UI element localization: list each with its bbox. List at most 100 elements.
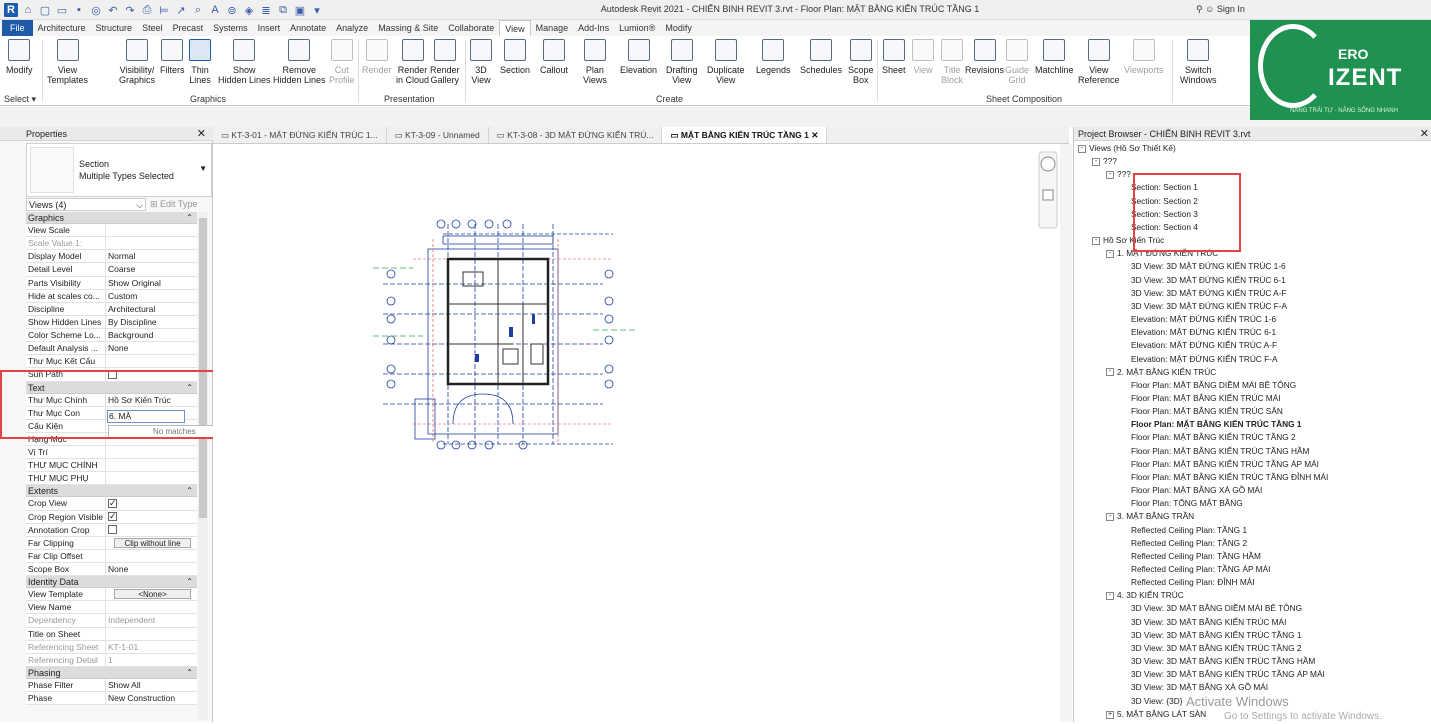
visibility-graphics-button[interactable]: Visibility/Graphics xyxy=(119,39,155,85)
close-tab-icon[interactable]: ✕ xyxy=(809,130,818,140)
remove-hidden-lines-button[interactable]: Remove Hidden Lines xyxy=(273,39,326,85)
tree-item[interactable]: 3D View: 3D MẶT ĐỨNG KIẾN TRÚC 1-6 xyxy=(1078,260,1418,273)
expand-toggle-icon[interactable]: - xyxy=(1106,592,1114,601)
type-selector[interactable]: Section Multiple Types Selected ▼ xyxy=(26,143,212,197)
tree-item[interactable]: Floor Plan: MẶT BẰNG DIỀM MÁI BÊ TÔNG xyxy=(1078,379,1418,392)
tree-item[interactable]: 3D View: 3D MẶT BẰNG KIẾN TRÚC TẦNG 2 xyxy=(1078,642,1418,655)
render-gallery-button[interactable]: Render Gallery xyxy=(430,39,460,85)
drafting-view-button[interactable]: Drafting View xyxy=(666,39,698,85)
revisions-button[interactable]: Revisions xyxy=(965,39,1004,75)
property-value[interactable]: Background xyxy=(106,329,197,341)
collapse-icon[interactable]: ⌃ xyxy=(186,382,193,394)
checkbox[interactable] xyxy=(108,525,117,535)
property-group-header[interactable]: Phasing ⌃ xyxy=(26,666,197,679)
tree-item[interactable]: Section: Section 2 xyxy=(1078,195,1418,208)
tree-item[interactable]: -??? xyxy=(1078,155,1418,168)
tree-item[interactable]: -1. MẶT ĐỨNG KIẾN TRÚC xyxy=(1078,247,1418,260)
view-tab[interactable]: ▭ KT-3-09 - Unnamed xyxy=(387,127,489,143)
property-value[interactable]: By Discipline xyxy=(106,316,197,328)
property-value[interactable] xyxy=(106,459,197,471)
tree-item[interactable]: 3D View: 3D MẶT ĐỨNG KIẾN TRÚC A-F xyxy=(1078,287,1418,300)
expand-toggle-icon[interactable]: - xyxy=(1078,144,1086,153)
view-templates-button[interactable]: View Templates xyxy=(47,39,88,85)
tree-item[interactable]: Floor Plan: MẶT BẰNG KIẾN TRÚC MÁI xyxy=(1078,392,1418,405)
tree-item[interactable]: -4. 3D KIẾN TRÚC xyxy=(1078,589,1418,602)
switch-windows-button[interactable]: Switch Windows xyxy=(1180,39,1217,85)
thin-lines-icon[interactable]: ≣ xyxy=(259,3,273,17)
expand-toggle-icon[interactable]: - xyxy=(1106,368,1114,377)
expand-toggle-icon[interactable]: - xyxy=(1092,236,1100,245)
close-hidden-icon[interactable]: ⧉ xyxy=(276,3,290,17)
property-value[interactable] xyxy=(106,472,197,484)
tree-item[interactable]: 3D View: 3D MẶT ĐỨNG KIẾN TRÚC 6-1 xyxy=(1078,274,1418,287)
close-icon[interactable]: ✕ xyxy=(197,127,206,141)
sign-in[interactable]: ⚲ ☺ Sign In xyxy=(1196,4,1245,15)
scope-box-button[interactable]: Scope Box xyxy=(848,39,874,85)
tag-icon[interactable]: ⌕ xyxy=(191,3,205,17)
property-button[interactable]: Clip without line xyxy=(114,537,191,548)
drawing-canvas[interactable] xyxy=(213,144,1058,722)
tree-item[interactable]: Elevation: MẶT ĐỨNG KIẾN TRÚC 1-6 xyxy=(1078,313,1418,326)
default-3d-icon[interactable]: ⊚ xyxy=(225,3,239,17)
tree-item[interactable]: -??? xyxy=(1078,168,1418,181)
property-value[interactable]: KT-1-01 xyxy=(106,641,197,653)
ribbon-tab[interactable]: Architecture xyxy=(33,20,91,36)
tree-item[interactable]: Floor Plan: MẶT BẰNG KIẾN TRÚC TẦNG ĐỈNH… xyxy=(1078,471,1418,484)
tree-item[interactable]: Section: Section 1 xyxy=(1078,181,1418,194)
ribbon-tab[interactable]: Precast xyxy=(168,20,209,36)
tree-item[interactable]: Elevation: MẶT ĐỨNG KIẾN TRÚC 6-1 xyxy=(1078,326,1418,339)
property-value[interactable]: 1 xyxy=(106,654,197,666)
edit-type-button[interactable]: ⊞ Edit Type xyxy=(150,199,197,210)
tree-item[interactable]: -2. MẶT BẰNG KIẾN TRÚC xyxy=(1078,366,1418,379)
ribbon-tab[interactable]: File xyxy=(2,20,33,36)
elevation-button[interactable]: Elevation xyxy=(620,39,657,75)
tree-item[interactable]: Section: Section 3 xyxy=(1078,208,1418,221)
property-value[interactable]: None xyxy=(106,563,197,575)
ribbon-tab[interactable]: Analyze xyxy=(331,20,373,36)
section-icon[interactable]: ◈ xyxy=(242,3,256,17)
redo-icon[interactable]: ↷ xyxy=(123,3,137,17)
property-value[interactable]: Show All xyxy=(106,679,197,691)
property-value[interactable] xyxy=(106,497,197,510)
ribbon-tab[interactable]: Annotate xyxy=(285,20,331,36)
tree-item[interactable]: - Views (Hồ Sơ Thiết Kế) xyxy=(1078,142,1418,155)
property-value[interactable]: <None> xyxy=(106,588,197,600)
home-icon[interactable]: ⌂ xyxy=(21,3,35,17)
property-value[interactable] xyxy=(106,237,197,249)
tree-item[interactable]: 3D View: 3D MẶT BẰNG KIẾN TRÚC TẦNG 1 xyxy=(1078,629,1418,642)
cut-profile-button[interactable]: Cut Profile xyxy=(329,39,355,85)
ribbon-tab[interactable]: Systems xyxy=(208,20,253,36)
matchline-button[interactable]: Matchline xyxy=(1035,39,1074,75)
schedules-button[interactable]: Schedules xyxy=(800,39,842,75)
tree-item[interactable]: Reflected Ceiling Plan: TẦNG ÁP MÁI xyxy=(1078,563,1418,576)
show-hidden-lines-button[interactable]: Show Hidden Lines xyxy=(218,39,271,85)
expand-toggle-icon[interactable]: - xyxy=(1106,513,1114,522)
property-value[interactable] xyxy=(106,368,197,380)
property-value[interactable] xyxy=(106,628,197,640)
expand-toggle-icon[interactable]: - xyxy=(1106,171,1114,180)
tree-item[interactable]: -3. MẶT BẰNG TRẦN xyxy=(1078,510,1418,523)
section-button[interactable]: Section xyxy=(500,39,530,75)
tree-item[interactable]: Section: Section 4 xyxy=(1078,221,1418,234)
ribbon-tab[interactable]: Manage xyxy=(531,20,574,36)
ribbon-tab[interactable]: Massing & Site xyxy=(373,20,443,36)
property-value[interactable]: Coarse xyxy=(106,263,197,275)
view-tab[interactable]: ▭ KT-3-08 - 3D MẶT ĐỨNG KIẾN TRÚ... xyxy=(489,127,663,143)
aligned-dimension-icon[interactable]: ↗ xyxy=(174,3,188,17)
tree-item[interactable]: Elevation: MẶT ĐỨNG KIẾN TRÚC F-A xyxy=(1078,353,1418,366)
tree-item[interactable]: Floor Plan: MẶT BẰNG KIẾN TRÚC TẦNG 1 xyxy=(1078,418,1418,431)
collapse-icon[interactable]: ⌃ xyxy=(186,667,193,679)
tree-item[interactable]: 3D View: 3D MẶT BẰNG DIỀM MÁI BÊ TÔNG xyxy=(1078,602,1418,615)
property-button[interactable]: <None> xyxy=(114,589,191,600)
tree-item[interactable]: 3D View: 3D MẶT BẰNG KIẾN TRÚC TẦNG HẦM xyxy=(1078,655,1418,668)
callout-button[interactable]: Callout xyxy=(540,39,568,75)
tree-item[interactable]: Floor Plan: MẶT BẰNG XÀ GỒ MÁI xyxy=(1078,484,1418,497)
tree-item[interactable]: 3D View: 3D MẶT BẰNG KIẾN TRÚC TẦNG ÁP M… xyxy=(1078,668,1418,681)
guide-grid-button[interactable]: Guide Grid xyxy=(1005,39,1029,85)
ribbon-tab[interactable]: Steel xyxy=(137,20,168,36)
viewports-button[interactable]: Viewports xyxy=(1124,39,1163,75)
view-tab[interactable]: ▭ MẶT BẰNG KIẾN TRÚC TẦNG 1 ✕ xyxy=(662,127,828,143)
binoculars-icon[interactable]: ⚲ xyxy=(1196,4,1203,14)
property-value[interactable]: New Construction xyxy=(106,692,197,704)
checkbox[interactable] xyxy=(108,497,117,510)
